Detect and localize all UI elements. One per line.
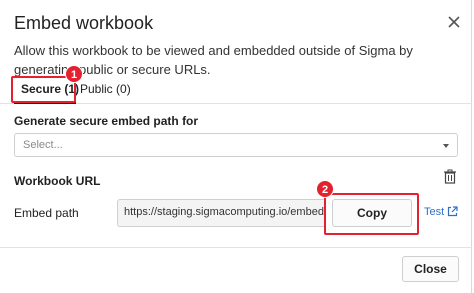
external-link-icon[interactable]	[447, 206, 458, 217]
embed-path-field[interactable]: https://staging.sigmacomputing.io/embed/…	[117, 199, 325, 227]
annotation-highlight-1	[11, 76, 76, 103]
chevron-down-icon	[443, 144, 449, 148]
select-placeholder: Select...	[23, 139, 63, 151]
close-icon[interactable]	[444, 12, 464, 32]
embed-path-label: Embed path	[14, 206, 79, 220]
annotation-highlight-2	[324, 193, 419, 235]
embed-path-select[interactable]: Select...	[14, 133, 458, 157]
tab-public[interactable]: Public (0)	[80, 82, 131, 104]
workbook-url-label: Workbook URL	[14, 174, 101, 188]
test-link[interactable]: Test	[424, 206, 444, 218]
dialog-title: Embed workbook	[14, 13, 154, 33]
footer-divider	[0, 247, 472, 248]
embed-workbook-dialog: Embed workbook Allow this workbook to be…	[0, 0, 474, 293]
embed-path-value: https://staging.sigmacomputing.io/embed/…	[124, 206, 325, 218]
generate-embed-label: Generate secure embed path for	[14, 114, 199, 128]
annotation-badge-2: 2	[316, 180, 334, 198]
annotation-badge-1: 1	[65, 65, 83, 83]
trash-icon[interactable]	[443, 169, 457, 184]
close-button[interactable]: Close	[402, 256, 459, 282]
